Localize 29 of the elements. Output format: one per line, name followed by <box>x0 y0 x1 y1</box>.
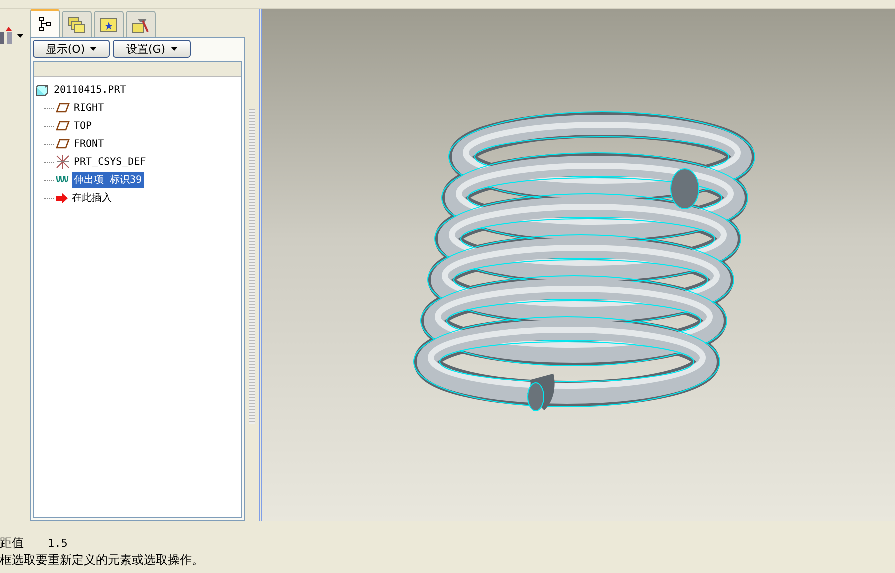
tree-item[interactable]: RIGHT <box>72 102 106 114</box>
tree-item[interactable]: 伸出项 标识39 <box>72 172 144 188</box>
caret-icon <box>90 47 98 51</box>
tree-tab[interactable] <box>30 9 60 37</box>
datum-plane-icon <box>56 103 70 113</box>
coordinate-system-icon <box>56 155 70 169</box>
folders-tab[interactable] <box>62 11 92 37</box>
datum-plane-icon <box>56 121 70 131</box>
tree-item[interactable]: 在此插入 <box>70 190 114 206</box>
menu-dropdown[interactable]: 设置(G) <box>113 40 191 58</box>
menu-dropdown[interactable]: 显示(O) <box>33 40 110 58</box>
favorites-tab[interactable] <box>94 11 124 37</box>
datum-plane-icon <box>56 139 70 149</box>
tools-tab[interactable] <box>126 11 156 37</box>
coil-feature-icon <box>56 175 70 185</box>
tree-root-label[interactable]: 20110415.PRT <box>52 84 128 96</box>
toolbar-tool-icon[interactable] <box>0 27 14 45</box>
message-line: 距值 1.5 <box>0 535 69 552</box>
tree-icon <box>38 16 52 32</box>
tree-item[interactable]: PRT_CSYS_DEF <box>72 156 148 168</box>
part-icon <box>36 84 48 96</box>
tree-item[interactable]: FRONT <box>72 138 106 150</box>
dropdown-caret-icon[interactable] <box>17 34 24 38</box>
folders-icon <box>68 16 86 34</box>
message-line: 框选取要重新定义的元素或选取操作。 <box>0 552 205 569</box>
tree-item[interactable]: TOP <box>72 120 94 132</box>
caret-icon <box>170 47 178 51</box>
insert-arrow-icon <box>56 192 68 204</box>
3d-viewport[interactable] <box>262 9 895 521</box>
